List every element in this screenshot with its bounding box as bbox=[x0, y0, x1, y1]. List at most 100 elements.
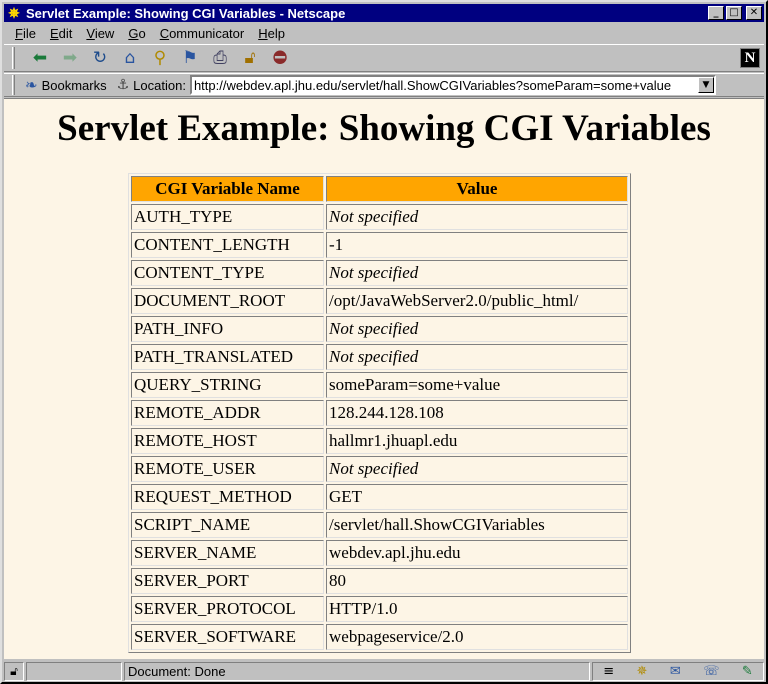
variable-name-cell: SERVER_NAME bbox=[131, 540, 324, 566]
status-bar: 🔓︎ Document: Done ≡ ✵ ✉ ☏ ✎ bbox=[4, 661, 764, 682]
table-row: PATH_TRANSLATED Not specified bbox=[131, 344, 628, 370]
url-input[interactable] bbox=[191, 77, 698, 93]
variable-name-cell: REMOTE_USER bbox=[131, 456, 324, 482]
variable-name-cell: DOCUMENT_ROOT bbox=[131, 288, 324, 314]
variable-value-cell: Not specified bbox=[326, 260, 628, 286]
variable-value-cell: hallmr1.jhuapl.edu bbox=[326, 428, 628, 454]
menu-edit[interactable]: Edit bbox=[43, 26, 79, 41]
table-row: AUTH_TYPE Not specified bbox=[131, 204, 628, 230]
page-title: Servlet Example: Showing CGI Variables bbox=[57, 108, 711, 149]
status-text: Document: Done bbox=[124, 662, 590, 681]
window-title: Servlet Example: Showing CGI Variables -… bbox=[26, 5, 346, 21]
variable-value-cell: webdev.apl.jhu.edu bbox=[326, 540, 628, 566]
variable-name-cell: REMOTE_ADDR bbox=[131, 400, 324, 426]
table-row: REMOTE_USER Not specified bbox=[131, 456, 628, 482]
variable-value-cell: Not specified bbox=[326, 344, 628, 370]
variable-value-cell: /servlet/hall.ShowCGIVariables bbox=[326, 512, 628, 538]
navigation-toolbar: ⬅ ➡ ↻ ⌂ ⚲ ⚑ ⎙ 🔓︎ ⛔︎ N bbox=[4, 44, 764, 72]
table-row: PATH_INFO Not specified bbox=[131, 316, 628, 342]
netscape-logo: N bbox=[740, 48, 760, 68]
variable-value-cell: GET bbox=[326, 484, 628, 510]
column-header-name: CGI Variable Name bbox=[131, 176, 324, 202]
print-icon[interactable]: ⎙ bbox=[205, 46, 235, 70]
menu-go[interactable]: Go bbox=[121, 26, 152, 41]
search-icon[interactable]: ⚲ bbox=[145, 46, 175, 70]
location-toolbar: ❧ Bookmarks ⚓︎ Location: ▼ bbox=[4, 73, 764, 97]
table-row: REMOTE_HOST hallmr1.jhuapl.edu bbox=[131, 428, 628, 454]
window-controls: _ □ ✕ bbox=[708, 6, 762, 20]
variable-value-cell: 80 bbox=[326, 568, 628, 594]
table-row: REMOTE_ADDR 128.244.128.108 bbox=[131, 400, 628, 426]
variable-name-cell: PATH_TRANSLATED bbox=[131, 344, 324, 370]
table-row: CONTENT_TYPE Not specified bbox=[131, 260, 628, 286]
variable-value-cell: someParam=some+value bbox=[326, 372, 628, 398]
table-row: SERVER_SOFTWARE webpageservice/2.0 bbox=[131, 624, 628, 650]
forward-icon[interactable]: ➡ bbox=[55, 46, 85, 70]
variable-value-cell: Not specified bbox=[326, 456, 628, 482]
variable-value-cell: /opt/JavaWebServer2.0/public_html/ bbox=[326, 288, 628, 314]
menu-view[interactable]: View bbox=[79, 26, 121, 41]
variable-value-cell: Not specified bbox=[326, 316, 628, 342]
bookmarks-label: Bookmarks bbox=[41, 77, 107, 93]
page-content: Servlet Example: Showing CGI Variables C… bbox=[4, 98, 764, 659]
close-button[interactable]: ✕ bbox=[746, 6, 762, 20]
stop-icon[interactable]: ⛔︎ bbox=[265, 46, 295, 70]
variable-value-cell: HTTP/1.0 bbox=[326, 596, 628, 622]
toolbar-grip[interactable] bbox=[12, 47, 15, 69]
component-bar: ≡ ✵ ✉ ☏ ✎ bbox=[592, 662, 764, 681]
variable-name-cell: CONTENT_TYPE bbox=[131, 260, 324, 286]
back-icon[interactable]: ⬅ bbox=[25, 46, 55, 70]
table-row: REQUEST_METHOD GET bbox=[131, 484, 628, 510]
variable-name-cell: REMOTE_HOST bbox=[131, 428, 324, 454]
table-body: AUTH_TYPE Not specified CONTENT_LENGTH -1 CO… bbox=[131, 204, 628, 650]
table-row: DOCUMENT_ROOT/opt/JavaWebServer2.0/publi… bbox=[131, 288, 628, 314]
navigator-icon[interactable]: ✵ bbox=[637, 664, 648, 679]
url-dropdown-button[interactable]: ▼ bbox=[697, 77, 714, 93]
url-box: ▼ bbox=[189, 75, 716, 95]
table-row: SERVER_PORT 80 bbox=[131, 568, 628, 594]
discussion-icon[interactable]: ☏ bbox=[703, 664, 719, 679]
maximize-button[interactable]: □ bbox=[726, 6, 742, 20]
browser-window: ✵ Servlet Example: Showing CGI Variables… bbox=[0, 0, 768, 684]
minimize-button[interactable]: _ bbox=[708, 6, 724, 20]
variable-name-cell: SERVER_PROTOCOL bbox=[131, 596, 324, 622]
menu-file[interactable]: File bbox=[8, 26, 43, 41]
progress-bar bbox=[26, 662, 122, 681]
table-row: SERVER_PROTOCOL HTTP/1.0 bbox=[131, 596, 628, 622]
variable-value-cell: webpageservice/2.0 bbox=[326, 624, 628, 650]
variable-value-cell: 128.244.128.108 bbox=[326, 400, 628, 426]
table-header-row: CGI Variable Name Value bbox=[131, 176, 628, 202]
bookmarks-button[interactable]: ❧ Bookmarks bbox=[25, 76, 107, 94]
table-row: QUERY_STRING someParam=some+value bbox=[131, 372, 628, 398]
table-row: SERVER_NAME webdev.apl.jhu.edu bbox=[131, 540, 628, 566]
variable-value-cell: -1 bbox=[326, 232, 628, 258]
variable-name-cell: SERVER_SOFTWARE bbox=[131, 624, 324, 650]
variable-value-cell: Not specified bbox=[326, 204, 628, 230]
variable-name-cell: REQUEST_METHOD bbox=[131, 484, 324, 510]
variable-name-cell: SCRIPT_NAME bbox=[131, 512, 324, 538]
variable-name-cell: AUTH_TYPE bbox=[131, 204, 324, 230]
location-grip[interactable] bbox=[12, 75, 15, 95]
menu-communicator[interactable]: Communicator bbox=[153, 26, 252, 41]
menu-bar: File Edit View Go Communicator Help bbox=[4, 23, 764, 43]
reload-icon[interactable]: ↻ bbox=[85, 46, 115, 70]
home-icon[interactable]: ⌂ bbox=[115, 46, 145, 70]
menu-help[interactable]: Help bbox=[251, 26, 292, 41]
variable-name-cell: PATH_INFO bbox=[131, 316, 324, 342]
page-proxy-icon[interactable]: ⚓︎ bbox=[117, 77, 130, 93]
variable-name-cell: CONTENT_LENGTH bbox=[131, 232, 324, 258]
composer-icon[interactable]: ✎ bbox=[742, 664, 753, 679]
location-label: Location: bbox=[133, 77, 186, 93]
title-bar[interactable]: ✵ Servlet Example: Showing CGI Variables… bbox=[4, 4, 764, 22]
column-header-value: Value bbox=[326, 176, 628, 202]
netscape-icon: ✵ bbox=[8, 5, 20, 21]
variable-name-cell: QUERY_STRING bbox=[131, 372, 324, 398]
security-icon[interactable]: 🔓︎ bbox=[235, 46, 265, 70]
variable-name-cell: SERVER_PORT bbox=[131, 568, 324, 594]
table-row: SCRIPT_NAME/servlet/hall.ShowCGIVariable… bbox=[131, 512, 628, 538]
guide-icon[interactable]: ⚑ bbox=[175, 46, 205, 70]
mail-icon[interactable]: ✉ bbox=[670, 664, 681, 679]
cgi-variables-table: CGI Variable Name Value AUTH_TYPE Not spe… bbox=[128, 173, 631, 653]
component-bar-icon[interactable]: ≡ bbox=[603, 664, 614, 679]
lock-icon[interactable]: 🔓︎ bbox=[4, 662, 24, 681]
